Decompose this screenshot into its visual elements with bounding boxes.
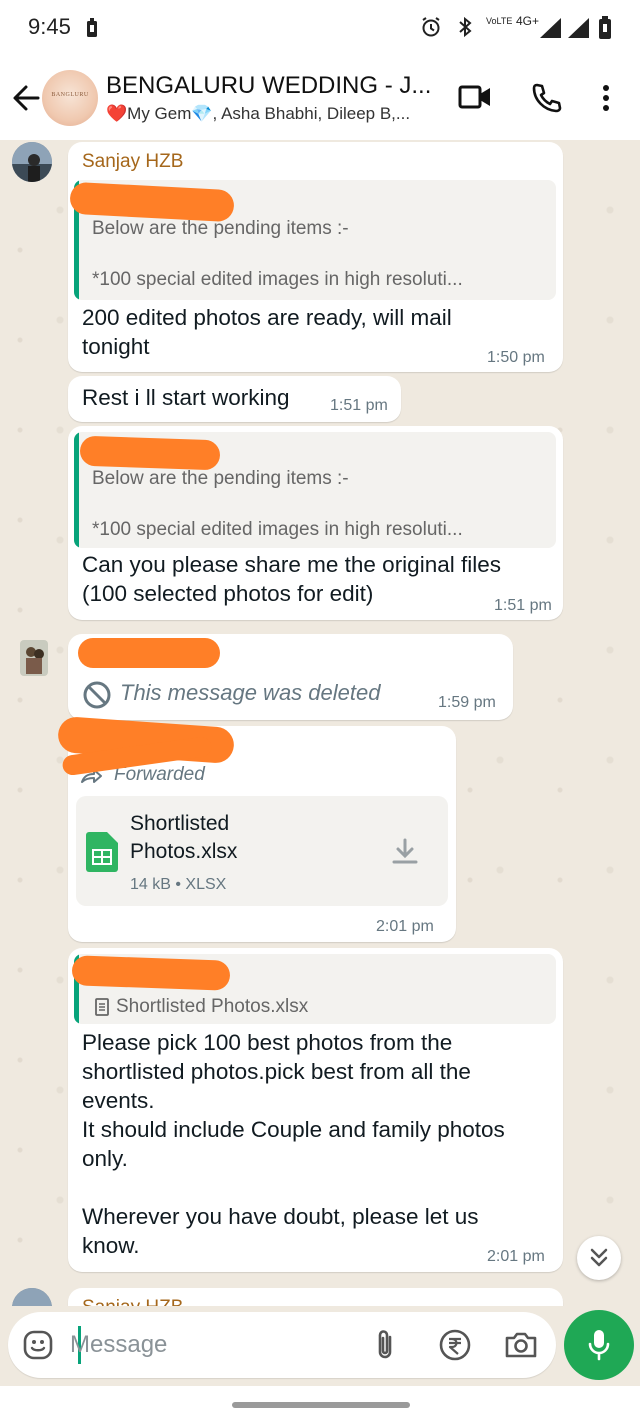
message-time: 1:59 pm — [438, 694, 496, 711]
composer-bar — [0, 1306, 640, 1386]
sender-name[interactable]: Sanjay HZB — [82, 1297, 183, 1306]
mic-icon — [588, 1330, 610, 1361]
document-card[interactable]: Shortlisted Photos.xlsx 14 kB • XLSX — [76, 796, 448, 906]
message-time: 1:51 pm — [494, 597, 552, 614]
home-gesture-pill[interactable] — [232, 1402, 410, 1408]
message-input[interactable] — [70, 1324, 360, 1366]
status-bar: 9:45 VoLTE 4G+ — [0, 0, 640, 56]
message-bubble[interactable]: Below are the pending items :- *100 spec… — [68, 426, 563, 620]
message-time: 1:51 pm — [330, 397, 388, 414]
back-arrow-icon[interactable] — [8, 78, 44, 118]
signal-icon-2 — [568, 18, 589, 38]
avatar-photo — [12, 1288, 52, 1306]
document-icon — [95, 998, 109, 1016]
system-nav-bar — [0, 1386, 640, 1422]
download-icon[interactable] — [390, 836, 420, 866]
group-members[interactable]: ❤️My Gem💎, Asha Bhabhi, Dileep B,... — [106, 104, 410, 124]
quote-line: Below are the pending items :- — [92, 468, 349, 489]
spreadsheet-icon — [86, 832, 118, 872]
battery-icon — [599, 16, 611, 39]
message-text: only. — [82, 1146, 128, 1171]
message-text: Rest i ll start working — [82, 385, 290, 410]
message-time: 2:01 pm — [376, 918, 434, 935]
redaction — [78, 638, 220, 668]
phone-icon[interactable] — [530, 82, 562, 114]
document-name: Shortlisted — [130, 812, 230, 835]
message-bubble[interactable]: Shortlisted Photos.xlsx Please pick 100 … — [68, 948, 563, 1272]
network-type-label: 4G+ — [516, 14, 540, 28]
camera-icon[interactable] — [504, 1330, 538, 1360]
rupee-icon[interactable] — [438, 1328, 472, 1362]
redaction — [71, 955, 231, 991]
message-bubble[interactable]: Rest i ll start working 1:51 pm — [68, 376, 401, 422]
video-call-icon[interactable] — [458, 84, 492, 110]
message-text: Wherever you have doubt, please let us — [82, 1204, 479, 1229]
avatar-photo — [20, 640, 48, 676]
deleted-message-text: This message was deleted — [120, 680, 381, 705]
message-time: 2:01 pm — [487, 1248, 545, 1265]
scroll-to-bottom-button[interactable] — [577, 1236, 621, 1280]
message-text: shortlisted photos.pick best from all th… — [82, 1059, 471, 1084]
group-title[interactable]: BENGALURU WEDDING - J... — [106, 72, 431, 100]
quote-line: *100 special edited images in high resol… — [92, 269, 463, 290]
message-bubble[interactable]: Sanjay HZB Below are the pending items :… — [68, 142, 563, 372]
message-text: Can you please share me the original fil… — [82, 552, 501, 577]
voice-message-button[interactable] — [564, 1310, 634, 1380]
quote-line: *100 special edited images in high resol… — [92, 519, 463, 540]
quote-doc-name: Shortlisted Photos.xlsx — [116, 996, 309, 1017]
group-avatar[interactable]: BANGLURU — [42, 70, 98, 126]
message-text: Please pick 100 best photos from the — [82, 1030, 453, 1055]
document-meta: 14 kB • XLSX — [130, 876, 227, 893]
bluetooth-icon — [459, 16, 472, 38]
message-text: know. — [82, 1233, 140, 1258]
more-vert-icon[interactable] — [600, 84, 612, 112]
emoji-icon[interactable] — [22, 1329, 54, 1361]
chat-header: BANGLURU BENGALURU WEDDING - J... ❤️My G… — [0, 56, 640, 140]
chat-area[interactable]: Sanjay HZB Below are the pending items :… — [0, 140, 640, 1306]
blocked-icon — [83, 681, 111, 709]
message-text: tonight — [82, 334, 150, 359]
avatar-photo — [12, 142, 52, 182]
signal-icon — [540, 18, 561, 38]
alarm-icon — [422, 17, 440, 37]
volte-label: VoLTE — [486, 16, 513, 26]
double-chevron-down-icon — [590, 1248, 608, 1267]
quote-bar — [74, 432, 79, 548]
battery-saver-icon — [87, 18, 97, 37]
message-text: events. — [82, 1088, 155, 1113]
avatar[interactable] — [12, 1288, 52, 1306]
document-name: Photos.xlsx — [130, 840, 238, 863]
status-time: 9:45 — [28, 14, 71, 39]
message-text: It should include Couple and family phot… — [82, 1117, 505, 1142]
message-text: (100 selected photos for edit) — [82, 581, 374, 606]
message-time: 1:50 pm — [487, 349, 545, 366]
attach-icon[interactable] — [372, 1328, 398, 1362]
avatar[interactable] — [12, 636, 56, 680]
sender-name[interactable]: Sanjay HZB — [82, 151, 183, 173]
redaction — [79, 435, 221, 471]
message-bubble[interactable]: This message was deleted 1:59 pm — [68, 634, 513, 720]
message-bubble[interactable]: Sanjay HZB — [68, 1288, 563, 1306]
message-composer — [8, 1312, 556, 1378]
avatar-logo-text: BANGLURU — [51, 92, 89, 98]
avatar[interactable] — [12, 142, 52, 182]
message-text: 200 edited photos are ready, will mail — [82, 305, 452, 330]
